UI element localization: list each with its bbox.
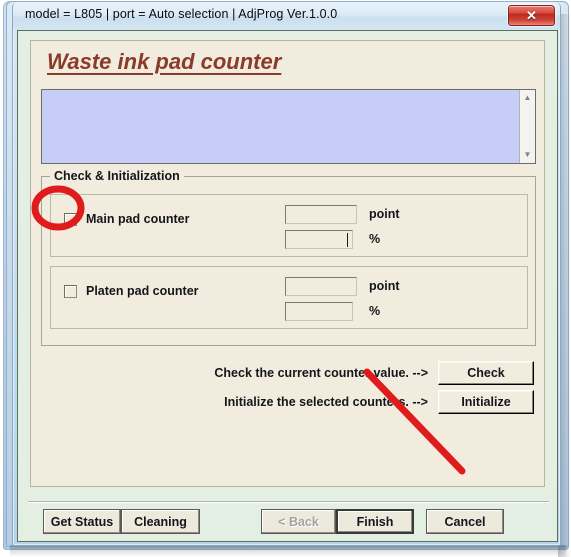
- platen-pad-counter-checkbox[interactable]: [64, 284, 77, 298]
- get-status-button[interactable]: Get Status: [43, 509, 121, 534]
- window-title: model = L805 | port = Auto selection | A…: [25, 7, 338, 21]
- platen-pad-counter-panel: Platen pad counter point %: [50, 266, 528, 329]
- application-window: model = L805 | port = Auto selection | A…: [12, 2, 561, 546]
- main-pad-counter-row[interactable]: Main pad counter: [64, 212, 189, 226]
- page-title: Waste ink pad counter: [47, 49, 282, 74]
- bottom-separator: [28, 501, 549, 503]
- group-legend: Check & Initialization: [50, 169, 184, 183]
- close-button[interactable]: ✕: [508, 5, 555, 26]
- main-pad-counter-label: Main pad counter: [86, 212, 190, 226]
- text-caret: [347, 233, 348, 247]
- log-textarea-wrapper: ▲ ▼: [41, 89, 536, 164]
- platen-pad-counter-label: Platen pad counter: [86, 284, 199, 298]
- platen-pad-point-unit: point: [369, 279, 400, 293]
- check-initialization-group: Check & Initialization Main pad counter …: [41, 169, 536, 346]
- check-action-row: Check the current counter value. --> Che…: [214, 361, 534, 385]
- initialize-button[interactable]: Initialize: [438, 390, 534, 414]
- content-panel: Waste ink pad counter ▲ ▼ Check & Initia…: [30, 40, 545, 487]
- close-icon: ✕: [526, 7, 537, 23]
- scroll-down-icon[interactable]: ▼: [520, 148, 535, 162]
- initialize-action-label: Initialize the selected counters. -->: [224, 395, 428, 409]
- cleaning-button[interactable]: Cleaning: [121, 509, 200, 534]
- finish-button[interactable]: Finish: [336, 509, 414, 534]
- desktop-background: model = L805 | port = Auto selection | A…: [0, 0, 571, 557]
- cancel-button[interactable]: Cancel: [426, 509, 504, 534]
- main-pad-point-field[interactable]: [285, 205, 357, 224]
- platen-pad-percent-field[interactable]: [285, 302, 353, 321]
- check-action-label: Check the current counter value. -->: [214, 366, 428, 380]
- main-pad-counter-panel: Main pad counter point %: [50, 194, 528, 257]
- check-button[interactable]: Check: [438, 361, 534, 385]
- scroll-up-icon[interactable]: ▲: [520, 91, 535, 105]
- title-bar[interactable]: model = L805 | port = Auto selection | A…: [13, 2, 560, 30]
- main-pad-percent-unit: %: [369, 232, 381, 246]
- window-shadow-bottom: [10, 545, 566, 557]
- log-scrollbar[interactable]: ▲ ▼: [519, 90, 535, 163]
- client-area: Waste ink pad counter ▲ ▼ Check & Initia…: [17, 30, 558, 542]
- main-pad-point-unit: point: [369, 207, 400, 221]
- platen-pad-counter-row[interactable]: Platen pad counter: [64, 284, 199, 298]
- log-textarea[interactable]: [42, 90, 519, 163]
- bottom-button-bar: Get Status Cleaning < Back Finish Cancel: [18, 509, 557, 543]
- main-pad-counter-checkbox[interactable]: [64, 212, 77, 226]
- platen-pad-point-field[interactable]: [285, 277, 357, 296]
- main-pad-percent-field[interactable]: [285, 230, 353, 249]
- platen-pad-percent-unit: %: [369, 304, 381, 318]
- initialize-action-row: Initialize the selected counters. --> In…: [224, 390, 534, 414]
- back-button: < Back: [261, 509, 336, 534]
